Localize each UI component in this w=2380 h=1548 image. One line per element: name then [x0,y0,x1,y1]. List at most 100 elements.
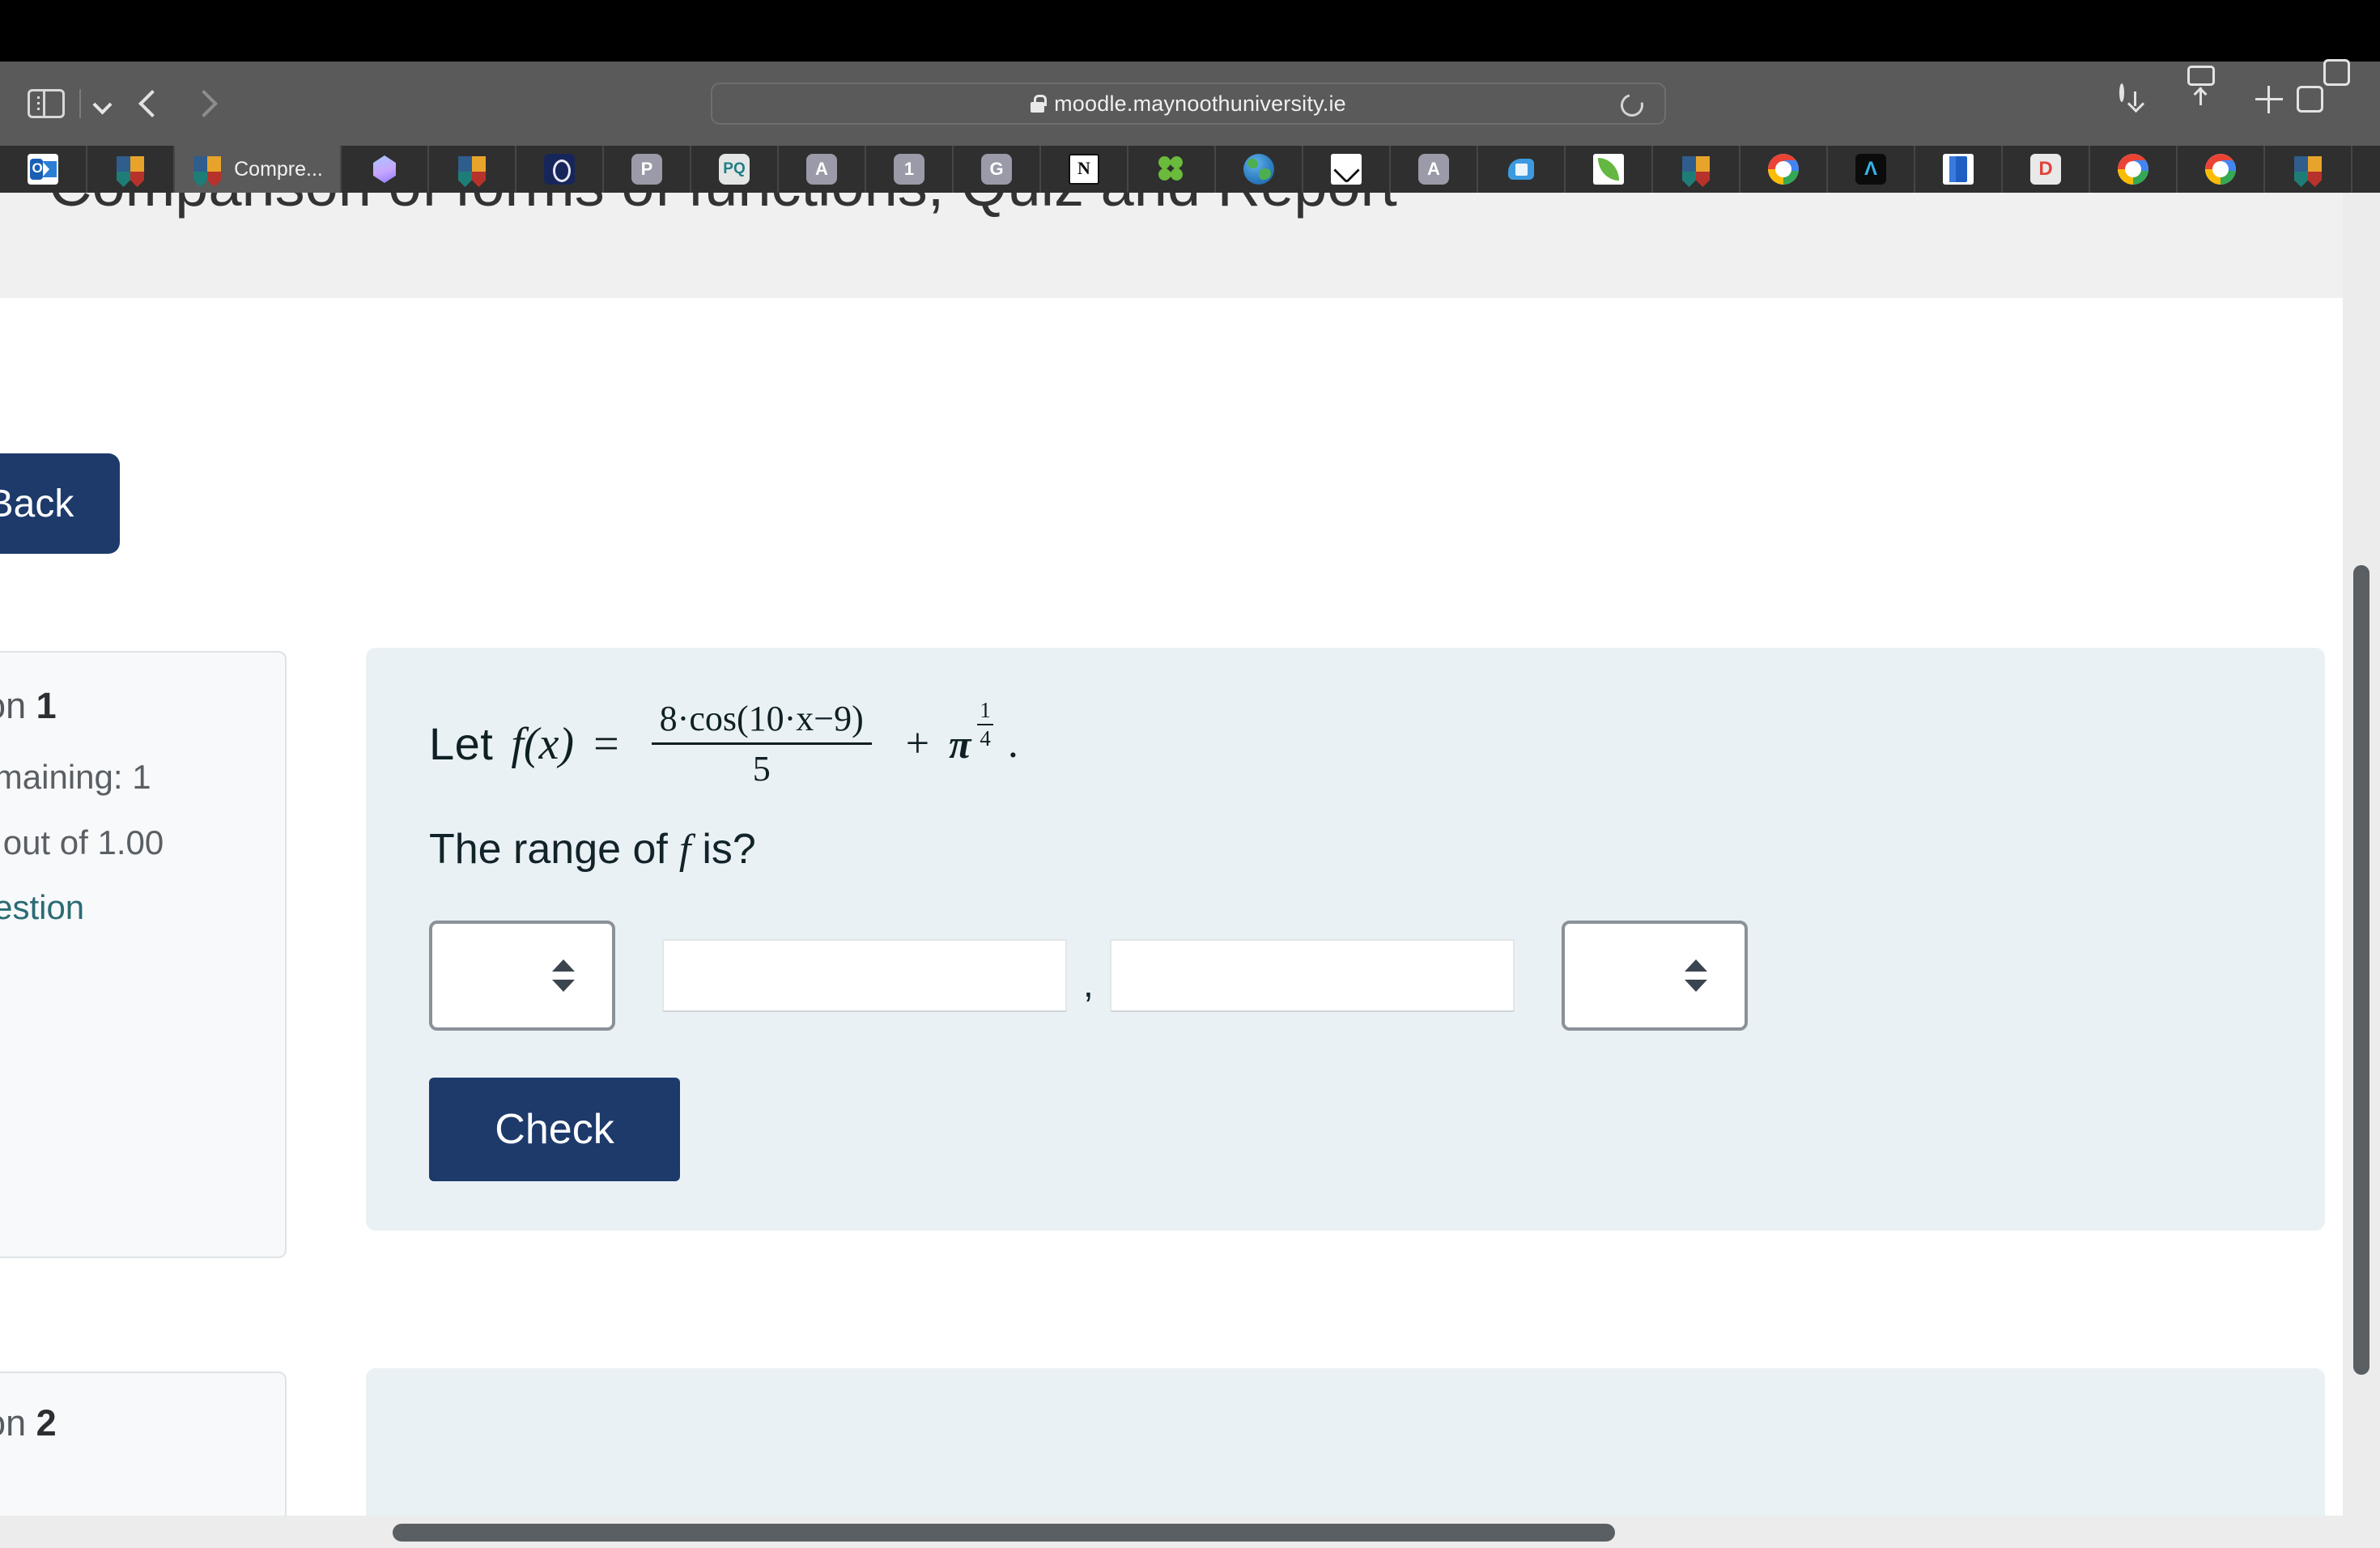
back-button[interactable]: Back [0,453,120,554]
toolbar-left-group [0,87,246,120]
maynooth-shield-favicon [115,154,146,187]
prompt-symbol: f [678,826,691,873]
share-icon[interactable] [2187,66,2220,121]
tab-item[interactable] [1216,146,1303,193]
tab-overview-icon[interactable] [2323,86,2356,121]
upper-bound-input[interactable] [1109,939,1515,1012]
maynooth-shield-favicon [1681,154,1711,187]
tab-item[interactable] [2178,146,2265,193]
letter-g-favicon: G [981,154,1012,185]
downloads-icon[interactable] [2119,83,2152,121]
tab-item[interactable] [0,146,87,193]
new-tab-icon[interactable] [2255,86,2288,121]
address-bar[interactable]: moodle.maynoothuniversity.ie [711,83,1666,125]
tab-item[interactable] [2090,146,2178,193]
question-number-2: 2 [36,1402,57,1444]
hexagon-favicon [369,154,400,185]
tab-item[interactable] [1566,146,1653,193]
nav-back-icon[interactable] [136,87,164,120]
letter-p-favicon: P [631,154,662,185]
question-label-2: Question [0,1402,27,1444]
prompt-after: is? [702,826,756,873]
tab-item[interactable]: D [2003,146,2090,193]
formula-period: . [1007,721,1018,767]
question-prompt: The range of f is? [429,825,2325,874]
question-heading: Question 1 [0,685,256,727]
tab-item[interactable] [1740,146,1828,193]
tab-item[interactable]: 1 [866,146,954,193]
tab-item-active[interactable]: Compre... [175,146,342,193]
tab-item[interactable] [1303,146,1391,193]
fraction-numerator: 8·cos(10·x−9) [659,699,864,738]
exponent-bar [977,723,993,725]
green-leaf-favicon [1593,154,1624,185]
tab-item[interactable]: PQ [691,146,779,193]
tab-item[interactable] [1915,146,2003,193]
tab-item[interactable]: P [604,146,691,193]
page-heading-clipped: Comparison of forms of functions, Quiz a… [0,193,2380,248]
lower-bound-input[interactable] [662,939,1067,1012]
formula-line: Let f(x) = 8·cos(10·x−9) 5 + π 1 4 . [429,698,2325,789]
blue-book-favicon [1943,154,1974,185]
formula-plus: + [905,721,930,767]
horizontal-scrollbar[interactable] [0,1516,2380,1548]
tab-item[interactable]: A [1391,146,1478,193]
letter-pq-favicon: PQ [719,154,750,185]
reload-icon[interactable] [1616,89,1648,121]
prompt-before: The range of [429,826,668,873]
tab-item[interactable] [429,146,516,193]
maynooth-shield-favicon [192,154,223,187]
maynooth-shield-favicon [2293,154,2323,187]
question-info-panel: Question 1 Tries remaining: 1 Marked out… [0,651,287,1258]
marked-out-of: Marked out of 1.00 [0,823,164,861]
bracket-left-select[interactable] [429,921,615,1031]
blue-doc-favicon [1506,154,1536,185]
stepper-arrows-icon [552,958,575,993]
tab-item[interactable] [1041,146,1128,193]
exponent-numerator: 1 [980,697,991,722]
fraction-denominator: 5 [752,749,771,789]
sidebar-toggle-icon[interactable] [28,89,65,118]
formula-fraction: 8·cos(10·x−9) 5 [651,698,872,789]
tab-item[interactable] [1128,146,1216,193]
formula-lead: Let [429,718,494,769]
toolbar-divider [79,89,81,118]
exponent-denominator: 4 [980,725,991,751]
letter-1-favicon: 1 [894,154,924,185]
tab-item[interactable] [342,146,429,193]
bracket-right-select[interactable] [1561,921,1748,1031]
flag-question-link[interactable]: Flag question [0,888,256,928]
vertical-scrollbar[interactable] [2343,193,2380,1548]
tab-item[interactable] [87,146,175,193]
globe-favicon [1243,154,1274,185]
question-number: 1 [36,685,57,726]
google-favicon [1768,154,1799,185]
outlook-favicon [28,154,58,185]
vertical-scrollbar-thumb[interactable] [2353,565,2369,1375]
question-body: Let f(x) = 8·cos(10·x−9) 5 + π 1 4 . The… [366,648,2325,1231]
tab-item[interactable]: G [954,146,1041,193]
safari-toolbar: moodle.maynoothuniversity.ie [0,62,2380,146]
google-favicon [2205,154,2236,185]
tab-item[interactable] [1478,146,1566,193]
page-content: Comparison of forms of functions, Quiz a… [0,193,2380,1548]
tab-item[interactable] [2265,146,2352,193]
tab-item[interactable] [516,146,604,193]
chevron-logo-favicon [1331,154,1362,185]
chevron-down-icon[interactable] [94,95,112,113]
horizontal-scrollbar-thumb[interactable] [393,1524,1615,1542]
tab-item[interactable]: A [779,146,866,193]
formula-equals: = [593,718,619,769]
tries-remaining: Tries remaining: 1 [0,758,151,796]
toolbar-right-group [2119,66,2356,121]
tab-strip: Compre... P PQ A 1 G [0,146,2380,193]
bounds-separator: , [1083,963,1094,1005]
tab-item[interactable] [1653,146,1740,193]
formula-pi: π [949,721,971,767]
maynooth-shield-favicon [457,154,487,187]
lock-icon [1031,95,1047,113]
letter-d-favicon: D [2030,154,2061,185]
tab-item[interactable]: Λ [1828,146,1915,193]
tab-title: Compre... [234,157,323,181]
check-button[interactable]: Check [429,1078,680,1181]
